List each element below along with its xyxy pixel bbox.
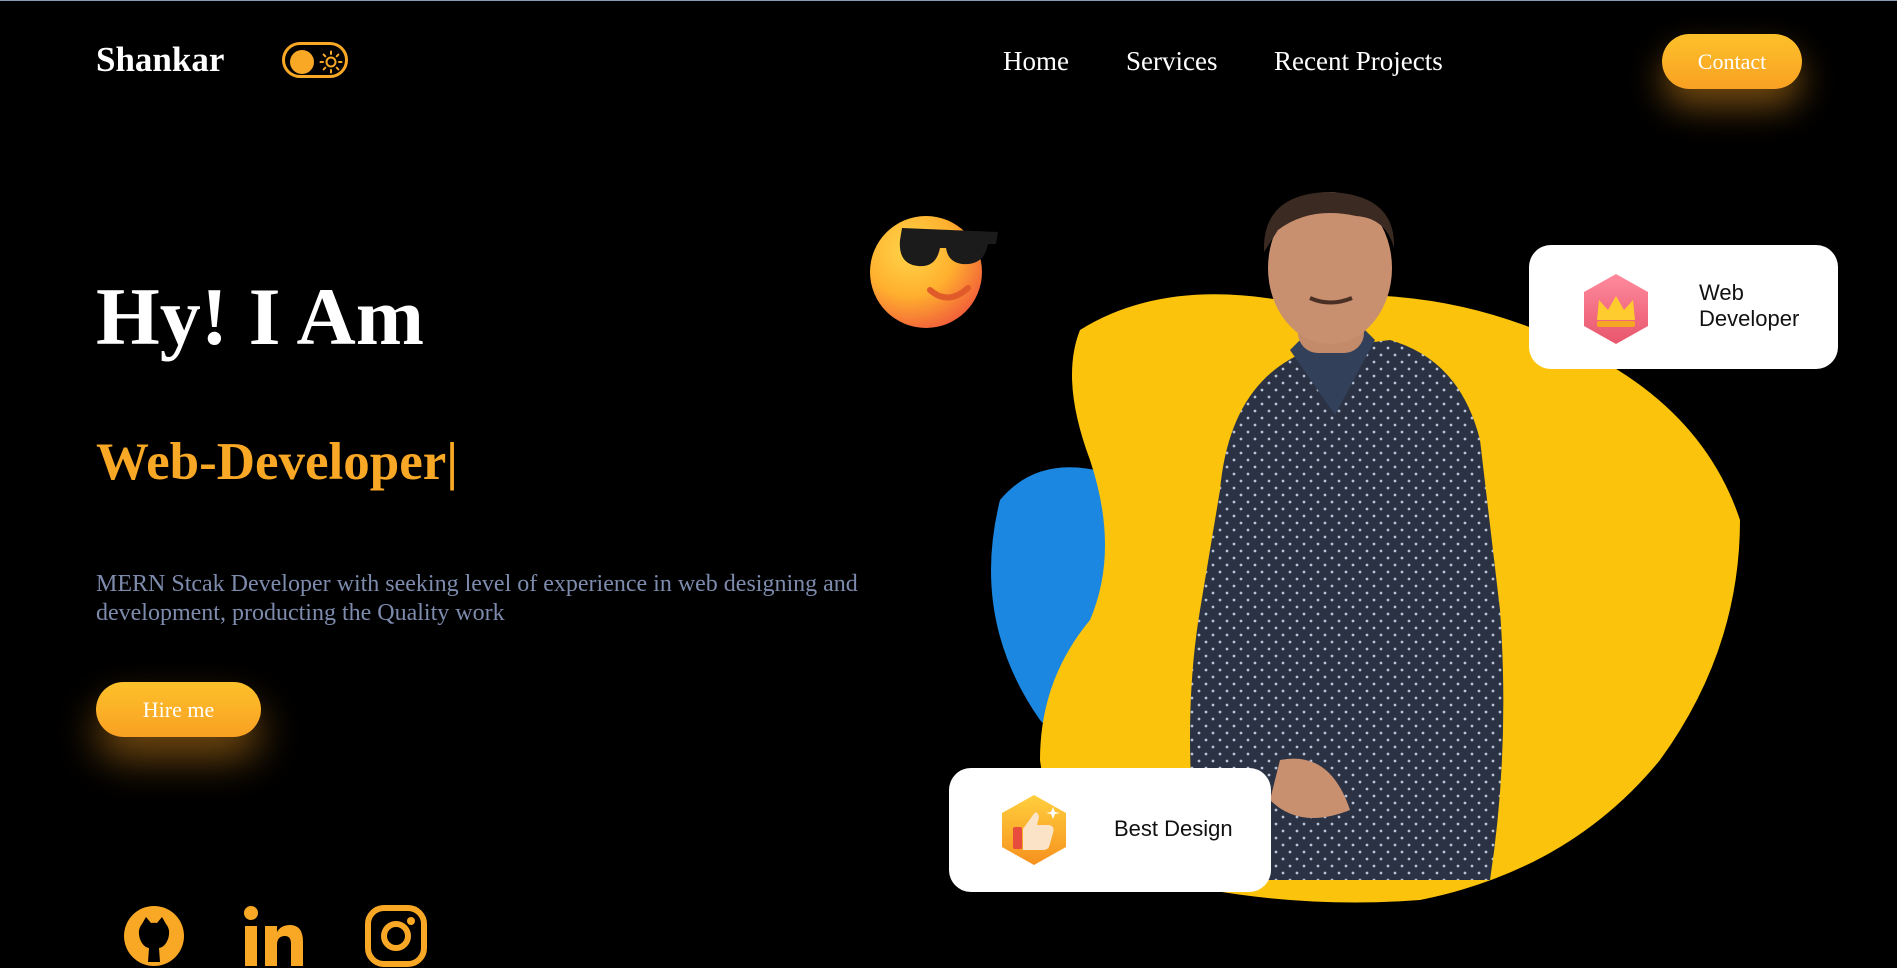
top-border-line [0, 0, 1897, 1]
github-icon[interactable] [122, 904, 186, 968]
web-developer-label: Web Developer [1699, 280, 1800, 331]
web-developer-card: Web Developer [1529, 245, 1838, 369]
best-design-label: Best Design [1114, 816, 1233, 841]
nav-recent-projects[interactable]: Recent Projects [1274, 46, 1443, 77]
hero-greeting: Hy! I Am [96, 271, 424, 362]
site-logo[interactable]: Shankar [96, 40, 224, 80]
toggle-knob [290, 50, 314, 74]
theme-toggle[interactable] [282, 42, 348, 78]
crown-icon [1584, 274, 1648, 344]
hero-role: Web-Developer| [96, 433, 458, 491]
contact-button[interactable]: Contact [1662, 34, 1802, 89]
linkedin-icon[interactable] [243, 904, 307, 968]
sun-icon [319, 50, 343, 74]
nav-services[interactable]: Services [1126, 46, 1217, 77]
nav-home[interactable]: Home [1003, 46, 1069, 77]
hire-me-button[interactable]: Hire me [96, 682, 261, 737]
cool-emoji-icon [870, 216, 998, 328]
instagram-icon[interactable] [364, 904, 428, 968]
best-design-card: Best Design [949, 768, 1271, 892]
hero-description: MERN Stcak Developer with seeking level … [96, 571, 858, 626]
thumbs-up-icon [1002, 795, 1066, 865]
